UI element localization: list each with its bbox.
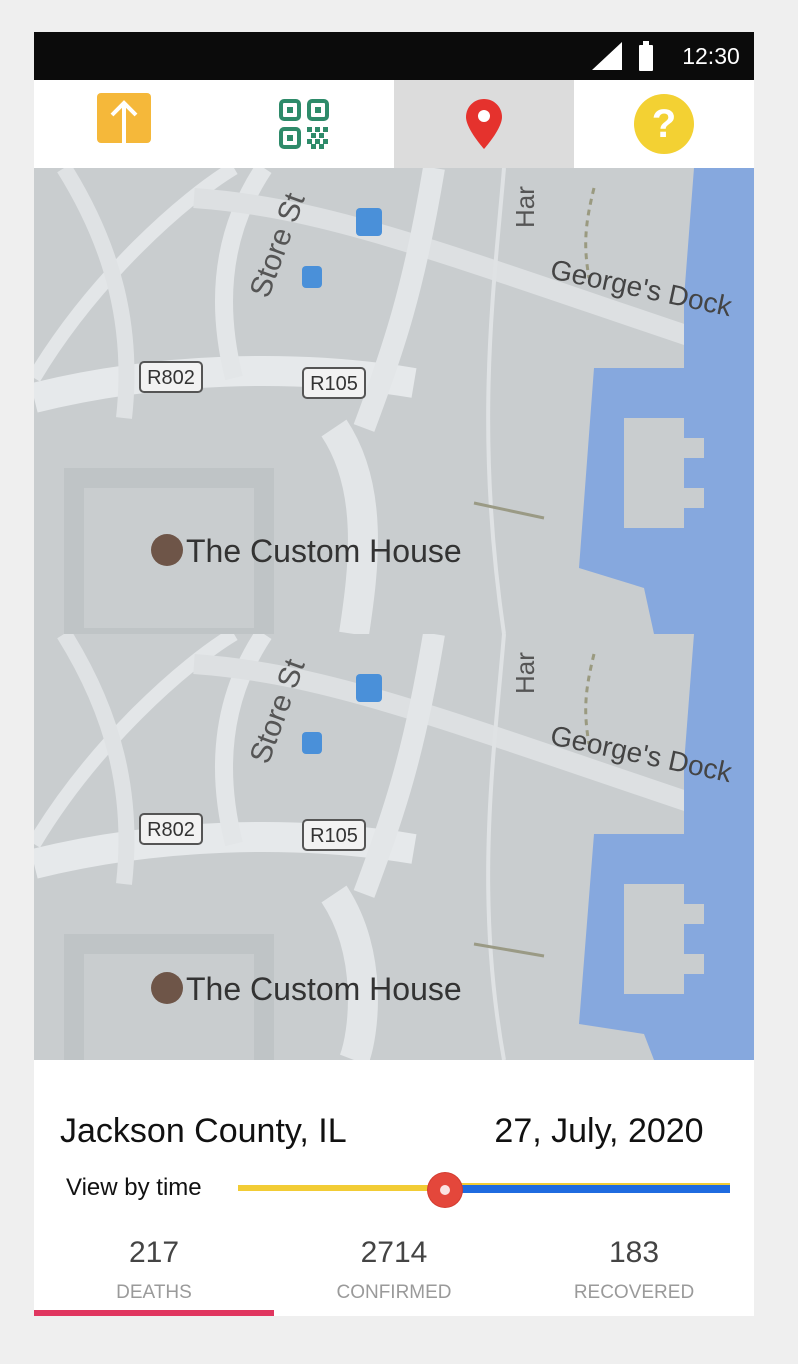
selected-stat-indicator — [34, 1310, 274, 1316]
map-view[interactable]: Store St George's Dock Har R802 R105 The… — [34, 168, 754, 634]
map-view-secondary[interactable]: Store St George's Dock Har R802 R105 The… — [34, 634, 754, 1060]
svg-text:R105: R105 — [310, 373, 358, 395]
svg-text:Har: Har — [510, 652, 540, 694]
deaths-value: 217 — [128, 1236, 180, 1269]
question-mark-icon: ? — [634, 94, 694, 154]
svg-text:R105: R105 — [310, 825, 358, 847]
slider-track-elapsed — [238, 1185, 445, 1191]
stat-tab-confirmed[interactable]: 2714 CONFIRMED — [274, 1200, 514, 1316]
upload-arrow-icon — [97, 93, 151, 155]
battery-icon — [639, 41, 653, 71]
confirmed-label: CONFIRMED — [336, 1282, 452, 1303]
top-tab-bar: ? — [34, 80, 754, 168]
qr-code-icon — [279, 99, 329, 149]
recovered-value: 183 — [608, 1236, 660, 1269]
svg-text:R802: R802 — [147, 819, 195, 841]
recovered-label: RECOVERED — [573, 1282, 695, 1303]
confirmed-value: 2714 — [360, 1236, 428, 1269]
cellular-signal-icon — [592, 42, 622, 70]
tab-help[interactable]: ? — [574, 80, 754, 168]
status-bar: 12:30 — [34, 32, 754, 80]
selected-date: 27, July, 2020 — [494, 1112, 704, 1150]
svg-text:?: ? — [652, 102, 676, 146]
status-time: 12:30 — [682, 43, 740, 69]
deaths-label: DEATHS — [116, 1282, 192, 1303]
tab-qr-code[interactable] — [214, 80, 394, 168]
tab-upload[interactable] — [34, 80, 214, 168]
svg-text:R802: R802 — [147, 367, 195, 389]
svg-text:Har: Har — [510, 186, 540, 228]
svg-text:The Custom House: The Custom House — [186, 533, 462, 569]
svg-text:The Custom House: The Custom House — [186, 971, 462, 1007]
phone-screen: 12:30 ? Store St George's Dock Har R802 … — [34, 32, 754, 1316]
slider-track-remaining — [445, 1185, 730, 1193]
tab-location[interactable] — [394, 80, 574, 168]
stat-tab-recovered[interactable]: 183 RECOVERED — [514, 1200, 754, 1316]
info-panel: Jackson County, IL 27, July, 2020 View b… — [34, 1060, 754, 1316]
county-name: Jackson County, IL — [60, 1112, 347, 1150]
stat-tab-deaths[interactable]: 217 DEATHS — [34, 1200, 274, 1316]
map-pin-icon — [466, 99, 502, 149]
